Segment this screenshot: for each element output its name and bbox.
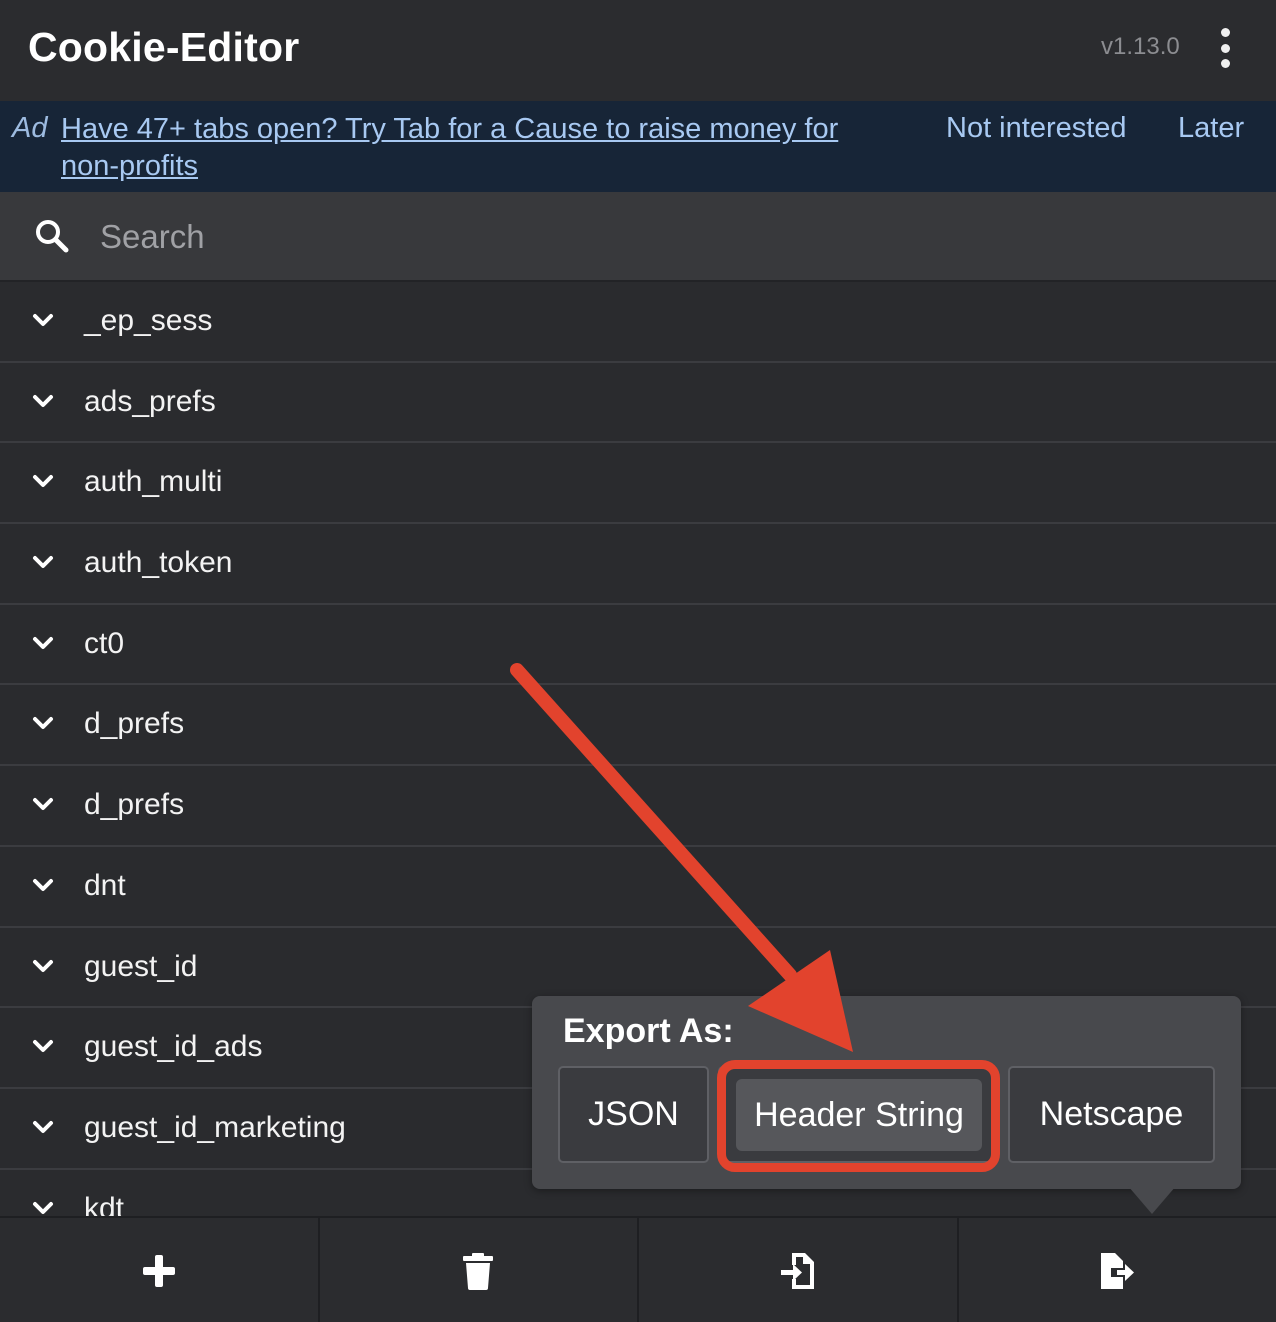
cookie-row[interactable]: auth_multi — [0, 443, 1276, 525]
chevron-down-icon — [33, 798, 53, 811]
trash-icon — [463, 1253, 494, 1290]
chevron-down-icon — [33, 959, 53, 972]
export-button[interactable] — [959, 1218, 1276, 1322]
export-popover-title: Export As: — [563, 1012, 734, 1050]
chevron-down-icon — [33, 314, 53, 326]
cookie-row[interactable]: _ep_sess — [0, 282, 1276, 363]
ad-label: Ad — [12, 112, 48, 144]
cookie-name: d_prefs — [84, 707, 185, 741]
cookie-name: ct0 — [84, 626, 125, 660]
cookie-name: auth_multi — [84, 465, 223, 499]
cookie-row[interactable]: dnt — [0, 847, 1276, 928]
export-icon — [1101, 1253, 1135, 1289]
cookie-name: dnt — [84, 868, 126, 902]
export-json-button[interactable]: JSON — [558, 1066, 709, 1163]
chevron-down-icon — [33, 475, 53, 488]
cookie-name: kdt — [84, 1191, 125, 1216]
ad-later-button[interactable]: Later — [1178, 112, 1244, 145]
cookie-name: ads_prefs — [84, 384, 216, 418]
chevron-down-icon — [33, 636, 53, 649]
cookie-name: guest_id — [84, 949, 198, 983]
import-icon — [780, 1253, 814, 1289]
export-header-string-button[interactable] — [718, 1066, 997, 1163]
cookie-name: d_prefs — [84, 788, 185, 822]
cookie-row[interactable]: d_prefs — [0, 685, 1276, 767]
plus-icon — [142, 1255, 175, 1287]
cookie-row[interactable]: auth_token — [0, 524, 1276, 605]
cookie-name: auth_token — [84, 546, 233, 580]
search-input[interactable] — [100, 210, 1250, 264]
bottom-toolbar — [0, 1216, 1276, 1322]
delete-all-button[interactable] — [320, 1218, 639, 1322]
kebab-menu-icon[interactable] — [1214, 28, 1236, 68]
chevron-down-icon — [33, 878, 53, 891]
ad-link[interactable]: Have 47+ tabs open? Try Tab for a Cause … — [61, 111, 901, 185]
chevron-down-icon — [33, 394, 53, 407]
popover-tail — [1128, 1186, 1176, 1214]
cookie-row[interactable]: ads_prefs — [0, 363, 1276, 444]
add-cookie-button[interactable] — [0, 1218, 320, 1322]
search-icon — [36, 220, 69, 253]
cookie-name: _ep_sess — [84, 304, 213, 337]
cookie-row[interactable]: d_prefs — [0, 766, 1276, 847]
app-title: Cookie-Editor — [28, 24, 300, 70]
chevron-down-icon — [33, 1201, 53, 1214]
ad-not-interested-button[interactable]: Not interested — [946, 112, 1127, 145]
version-label: v1.13.0 — [1101, 33, 1180, 60]
cookie-row[interactable]: ct0 — [0, 605, 1276, 686]
chevron-down-icon — [33, 1120, 53, 1133]
cookie-name: guest_id_ads — [84, 1030, 263, 1064]
cookie-name: guest_id_marketing — [84, 1110, 346, 1144]
import-button[interactable] — [639, 1218, 959, 1322]
export-netscape-button[interactable]: Netscape — [1008, 1066, 1215, 1163]
chevron-down-icon — [33, 1040, 53, 1053]
chevron-down-icon — [33, 717, 53, 730]
chevron-down-icon — [33, 556, 53, 569]
